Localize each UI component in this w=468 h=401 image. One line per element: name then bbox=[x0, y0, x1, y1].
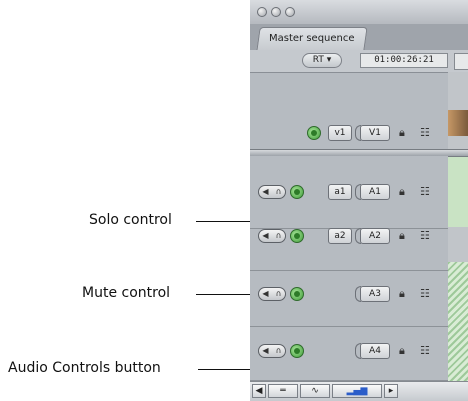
lock-icon[interactable]: 🔒︎ bbox=[399, 186, 405, 198]
zoom-slider[interactable]: ▂▄▆ bbox=[332, 384, 382, 398]
solo-control-button[interactable]: ∩ bbox=[272, 230, 285, 242]
audio-track-a4: ◀ ∩ A4 🔒︎ ☷ bbox=[250, 327, 448, 381]
track-height-icon: ═ bbox=[280, 386, 286, 396]
source-patch-v1[interactable]: v1 bbox=[328, 125, 352, 141]
mute-control-button[interactable]: ◀ bbox=[259, 230, 272, 242]
audio-track-a1: ◀ ∩ a1 A1 🔒︎ ☷ bbox=[250, 156, 448, 229]
clip-overlays-button[interactable]: ∿ bbox=[300, 384, 330, 398]
auto-select-icon[interactable]: ☷ bbox=[420, 288, 430, 300]
mute-control-callout: Mute control bbox=[82, 285, 171, 301]
solo-control-button[interactable]: ∩ bbox=[272, 288, 285, 300]
timecode-bar: RT ▾ 01:00:26:21 bbox=[250, 50, 468, 73]
lock-icon[interactable]: 🔒︎ bbox=[399, 288, 405, 300]
timecode-field-secondary bbox=[454, 53, 468, 70]
zoom-slider-thumb-icon: ▂▄▆ bbox=[346, 386, 368, 396]
source-patch-a1[interactable]: a1 bbox=[328, 184, 352, 200]
tab-bar: Master sequence bbox=[250, 24, 468, 51]
auto-select-icon[interactable]: ☷ bbox=[420, 127, 430, 139]
audio-controls-button[interactable]: ◀ bbox=[252, 384, 266, 398]
waveform-icon: ∿ bbox=[311, 386, 319, 396]
destination-control-a2[interactable]: A2 bbox=[360, 228, 390, 244]
destination-control-a4[interactable]: A4 bbox=[360, 343, 390, 359]
track-height-button[interactable]: ═ bbox=[268, 384, 298, 398]
audio-controls-callout: Audio Controls button bbox=[8, 360, 161, 376]
audible-toggle-button[interactable] bbox=[290, 287, 304, 301]
lock-icon[interactable]: 🔒︎ bbox=[399, 345, 405, 357]
audio-clip-a1[interactable] bbox=[448, 155, 468, 227]
audible-toggle-button[interactable] bbox=[290, 229, 304, 243]
auto-select-icon[interactable]: ☷ bbox=[420, 230, 430, 242]
audio-controls-leader-line bbox=[198, 369, 257, 370]
rt-menu-button[interactable]: RT ▾ bbox=[302, 53, 342, 68]
audio-controls-pill[interactable]: ◀ ∩ bbox=[258, 344, 286, 358]
audio-controls-pill[interactable]: ◀ ∩ bbox=[258, 229, 286, 243]
minimize-window-button[interactable] bbox=[271, 7, 281, 17]
destination-control-v1[interactable]: V1 bbox=[360, 125, 390, 141]
current-timecode-field[interactable]: 01:00:26:21 bbox=[360, 53, 448, 68]
tab-master-sequence[interactable]: Master sequence bbox=[256, 27, 368, 51]
mute-leader-line bbox=[196, 294, 258, 295]
audio-track-a2: ◀ ∩ a2 A2 🔒︎ ☷ bbox=[250, 228, 448, 271]
destination-control-a3[interactable]: A3 bbox=[360, 286, 390, 302]
mute-control-button[interactable]: ◀ bbox=[259, 345, 272, 357]
auto-select-icon[interactable]: ☷ bbox=[420, 186, 430, 198]
audio-controls-pill[interactable]: ◀ ∩ bbox=[258, 287, 286, 301]
audio-controls-pill[interactable]: ◀ ∩ bbox=[258, 185, 286, 199]
lock-icon[interactable]: 🔒︎ bbox=[399, 230, 405, 242]
title-bar[interactable] bbox=[250, 0, 468, 25]
timeline-bottom-bar: ◀ ═ ∿ ▂▄▆ ▸ bbox=[250, 381, 468, 401]
track-visibility-button[interactable] bbox=[307, 126, 321, 140]
video-clip[interactable] bbox=[448, 110, 468, 136]
solo-control-callout: Solo control bbox=[89, 212, 172, 228]
close-window-button[interactable] bbox=[257, 7, 267, 17]
solo-control-button[interactable]: ∩ bbox=[272, 186, 285, 198]
audio-track-a3: ◀ ∩ A3 🔒︎ ☷ bbox=[250, 271, 448, 327]
scroll-right-button[interactable]: ▸ bbox=[384, 384, 398, 398]
chevron-right-icon: ▸ bbox=[388, 386, 394, 396]
lock-icon[interactable]: 🔒︎ bbox=[399, 127, 405, 139]
speaker-icon: ◀ bbox=[255, 386, 263, 396]
timeline-window: Master sequence RT ▾ 01:00:26:21 v1 V1 🔒… bbox=[250, 0, 468, 401]
mute-control-button[interactable]: ◀ bbox=[259, 288, 272, 300]
audio-clip-a3-hatched[interactable] bbox=[448, 262, 468, 381]
solo-control-button[interactable]: ∩ bbox=[272, 345, 285, 357]
source-patch-a2[interactable]: a2 bbox=[328, 228, 352, 244]
auto-select-icon[interactable]: ☷ bbox=[420, 345, 430, 357]
audible-toggle-button[interactable] bbox=[290, 185, 304, 199]
audible-toggle-button[interactable] bbox=[290, 344, 304, 358]
video-track-v1: v1 V1 🔒︎ ☷ bbox=[250, 73, 448, 150]
zoom-window-button[interactable] bbox=[285, 7, 295, 17]
mute-control-button[interactable]: ◀ bbox=[259, 186, 272, 198]
destination-control-a1[interactable]: A1 bbox=[360, 184, 390, 200]
